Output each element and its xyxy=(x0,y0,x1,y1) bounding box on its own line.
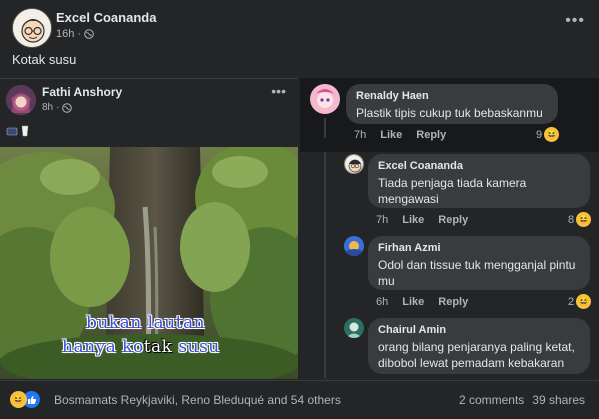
shares-count[interactable]: 39 shares xyxy=(532,393,585,407)
commenter-avatar[interactable] xyxy=(344,154,364,174)
comment-reactions[interactable]: 8 😆 xyxy=(568,212,592,227)
comment-text: Tiada penjaga tiada kamera mengawasi xyxy=(378,176,527,206)
shared-more-options-icon[interactable]: ••• xyxy=(271,83,286,99)
post-card: Excel Coananda 16h · ••• Kotak susu Fath… xyxy=(0,0,599,419)
post-caption: Kotak susu xyxy=(12,52,77,67)
shared-author-avatar[interactable] xyxy=(6,85,36,115)
shared-author-name[interactable]: Fathi Anshory xyxy=(42,85,122,99)
lyric-highlight: tak xyxy=(143,337,173,357)
author-name[interactable]: Excel Coananda xyxy=(56,10,156,25)
commenter-avatar[interactable] xyxy=(344,236,364,256)
reactor-names[interactable]: Bosmamats Reykjaviki, Reno Bleduqué and … xyxy=(54,393,341,407)
shared-post-emoji xyxy=(6,125,30,137)
commenter-name[interactable]: Renaldy Haen xyxy=(356,90,548,102)
haha-reaction-icon: 😆 xyxy=(10,391,27,408)
comment-actions: 7h Like Reply xyxy=(354,129,446,141)
commenter-name[interactable]: Excel Coananda xyxy=(378,160,580,172)
comment-bubble: Renaldy Haen Plastik tipis cukup tuk beb… xyxy=(346,84,558,124)
lyric-line-2: hanya kotak susu xyxy=(62,337,220,357)
author-avatar[interactable] xyxy=(12,8,52,48)
reply-button[interactable]: Reply xyxy=(438,296,468,308)
comments-count[interactable]: 2 comments xyxy=(459,393,524,407)
lyric-line-1: bukan lautan xyxy=(86,313,206,333)
comment-reactions[interactable]: 2 😆 xyxy=(568,294,592,309)
like-button[interactable]: Like xyxy=(402,214,424,226)
commenter-avatar[interactable] xyxy=(310,84,340,114)
comment-time[interactable]: 7h xyxy=(354,129,366,141)
post-meta: 16h · xyxy=(56,28,94,40)
comment-actions: 6h Like Reply xyxy=(376,296,468,308)
comment-reactions[interactable]: 9 😆 xyxy=(536,127,560,142)
commenter-name[interactable]: Chairul Amin xyxy=(378,324,580,336)
reply-button[interactable]: Reply xyxy=(438,214,468,226)
haha-reaction-icon: 😆 xyxy=(544,127,560,142)
comment-bubble: Chairul Amin orang bilang penjaranya pal… xyxy=(368,318,590,374)
thread-connector xyxy=(324,118,326,138)
reply-thread-line xyxy=(324,152,326,378)
engagement-counts: 2 comments 39 shares xyxy=(459,393,585,407)
comment-text: Odol dan tissue tuk mengganjal pintu mu xyxy=(378,258,576,288)
commenter-avatar[interactable] xyxy=(344,318,364,338)
comment-text: Plastik tipis cukup tuk bebaskanmu xyxy=(356,106,543,120)
shared-post-photo[interactable]: bukan lautan hanya kotak susu xyxy=(0,147,298,379)
globe-icon xyxy=(84,29,94,39)
haha-reaction-icon: 😆 xyxy=(576,294,592,309)
comment-time[interactable]: 7h xyxy=(376,214,388,226)
post-time[interactable]: 16h xyxy=(56,28,74,40)
milk-glass-icon xyxy=(21,125,29,137)
tv-icon xyxy=(6,127,18,136)
more-options-icon[interactable]: ••• xyxy=(565,12,585,30)
shared-post-meta: 8h · xyxy=(42,102,73,113)
haha-reaction-icon: 😆 xyxy=(576,212,592,227)
reply-button[interactable]: Reply xyxy=(416,129,446,141)
comment-text: orang bilang penjaranya paling ketat, di… xyxy=(378,340,575,370)
reaction-icons[interactable]: 😆 xyxy=(10,391,40,408)
shared-post-time[interactable]: 8h xyxy=(42,102,53,113)
like-button[interactable]: Like xyxy=(402,296,424,308)
globe-icon xyxy=(62,102,73,113)
comment-bubble: Excel Coananda Tiada penjaga tiada kamer… xyxy=(368,154,590,208)
post-footer: 😆 Bosmamats Reykjaviki, Reno Bleduqué an… xyxy=(0,380,599,419)
comment-bubble: Firhan Azmi Odol dan tissue tuk mengganj… xyxy=(368,236,590,290)
commenter-name[interactable]: Firhan Azmi xyxy=(378,242,580,254)
shared-post: Fathi Anshory 8h · ••• bukan lautan hany… xyxy=(0,78,298,379)
like-button[interactable]: Like xyxy=(380,129,402,141)
comment-actions: 7h Like Reply xyxy=(376,214,468,226)
comment-time[interactable]: 6h xyxy=(376,296,388,308)
comments-panel: Renaldy Haen Plastik tipis cukup tuk beb… xyxy=(300,78,599,378)
